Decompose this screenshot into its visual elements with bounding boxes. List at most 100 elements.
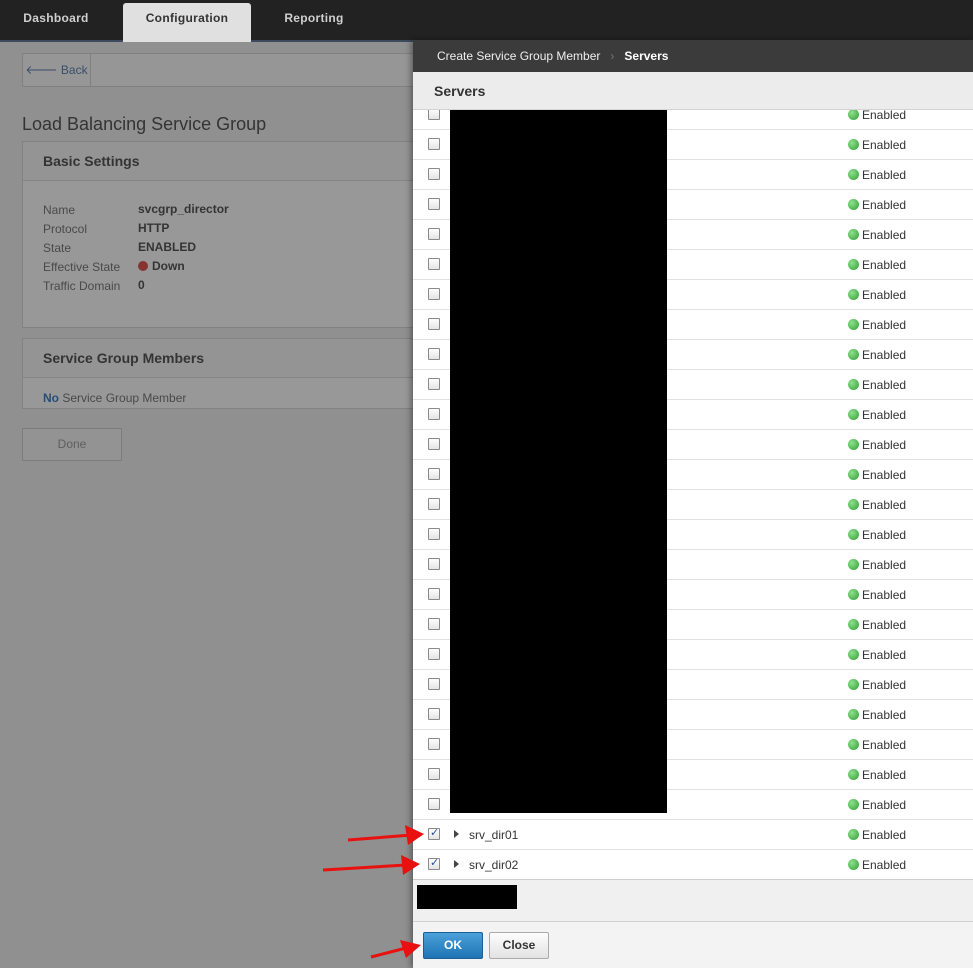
server-status-label: Enabled [862, 558, 907, 572]
enabled-status-icon [848, 709, 859, 720]
server-status: Enabled [848, 798, 906, 812]
create-service-group-member-dialog: Create Service Group Member › Servers Serv… [413, 40, 973, 968]
server-checkbox[interactable] [428, 378, 440, 390]
server-checkbox[interactable] [428, 438, 440, 450]
server-checkbox[interactable] [428, 348, 440, 360]
server-checkbox[interactable] [428, 618, 440, 630]
server-status-label: Enabled [862, 858, 907, 872]
server-checkbox[interactable] [428, 768, 440, 780]
server-checkbox[interactable] [428, 408, 440, 420]
server-status-label: Enabled [862, 468, 907, 482]
server-row[interactable]: srv_dir02 Enabled [413, 850, 973, 879]
server-status-label: Enabled [862, 288, 907, 302]
server-checkbox[interactable] [428, 588, 440, 600]
server-status: Enabled [848, 828, 906, 842]
server-status: Enabled [848, 378, 906, 392]
enabled-status-icon [848, 829, 859, 840]
server-status-label: Enabled [862, 588, 907, 602]
server-status-label: Enabled [862, 618, 907, 632]
server-checkbox[interactable] [428, 678, 440, 690]
tab-dashboard[interactable]: Dashboard [0, 0, 112, 40]
server-status: Enabled [848, 138, 906, 152]
server-status: Enabled [848, 288, 906, 302]
redacted-region [417, 885, 517, 909]
server-checkbox[interactable] [428, 228, 440, 240]
server-status-label: Enabled [862, 198, 907, 212]
server-checkbox[interactable] [428, 318, 440, 330]
server-checkbox[interactable] [428, 648, 440, 660]
server-status-label: Enabled [862, 828, 907, 842]
server-status-label: Enabled [862, 678, 907, 692]
breadcrumb-parent[interactable]: Create Service Group Member [437, 49, 600, 63]
server-status-label: Enabled [862, 138, 907, 152]
server-status: Enabled [848, 618, 906, 632]
enabled-status-icon [848, 859, 859, 870]
enabled-status-icon [848, 589, 859, 600]
server-status: Enabled [848, 768, 906, 782]
server-status-label: Enabled [862, 318, 907, 332]
enabled-status-icon [848, 110, 859, 120]
enabled-status-icon [848, 409, 859, 420]
server-checkbox[interactable] [428, 826, 440, 840]
tab-configuration[interactable]: Configuration [123, 3, 251, 42]
server-checkbox[interactable] [428, 798, 440, 810]
server-checkbox[interactable] [428, 468, 440, 480]
enabled-status-icon [848, 799, 859, 810]
enabled-status-icon [848, 559, 859, 570]
server-checkbox[interactable] [428, 138, 440, 150]
server-status: Enabled [848, 408, 906, 422]
server-status-label: Enabled [862, 768, 907, 782]
top-nav: Dashboard Configuration Reporting [0, 0, 973, 42]
server-checkbox[interactable] [428, 258, 440, 270]
ok-button[interactable]: OK [423, 932, 483, 959]
server-checkbox[interactable] [428, 498, 440, 510]
enabled-status-icon [848, 499, 859, 510]
servers-subtitle: Servers [413, 72, 973, 110]
server-status: Enabled [848, 858, 906, 872]
server-status-label: Enabled [862, 528, 907, 542]
server-status-label: Enabled [862, 228, 907, 242]
server-status-label: Enabled [862, 110, 907, 122]
enabled-status-icon [848, 349, 859, 360]
server-name: srv_dir02 [469, 858, 519, 872]
server-checkbox[interactable] [428, 198, 440, 210]
server-checkbox[interactable] [428, 708, 440, 720]
server-status-label: Enabled [862, 408, 907, 422]
expand-triangle-icon[interactable] [454, 830, 459, 838]
server-status: Enabled [848, 528, 906, 542]
enabled-status-icon [848, 259, 859, 270]
enabled-status-icon [848, 439, 859, 450]
server-checkbox[interactable] [428, 558, 440, 570]
server-checkbox[interactable] [428, 856, 440, 870]
server-status: Enabled [848, 318, 906, 332]
server-status: Enabled [848, 348, 906, 362]
server-status-label: Enabled [862, 258, 907, 272]
enabled-status-icon [848, 739, 859, 750]
tab-reporting[interactable]: Reporting [258, 0, 370, 40]
server-status-label: Enabled [862, 648, 907, 662]
enabled-status-icon [848, 619, 859, 630]
server-checkbox[interactable] [428, 168, 440, 180]
server-row[interactable]: srv_dir01 Enabled [413, 820, 973, 850]
server-status-label: Enabled [862, 168, 907, 182]
enabled-status-icon [848, 769, 859, 780]
enabled-status-icon [848, 199, 859, 210]
server-status: Enabled [848, 228, 906, 242]
server-checkbox[interactable] [428, 738, 440, 750]
close-button[interactable]: Close [489, 932, 549, 959]
server-status: Enabled [848, 498, 906, 512]
breadcrumb-current: Servers [624, 49, 669, 63]
server-status: Enabled [848, 438, 906, 452]
server-status: Enabled [848, 258, 906, 272]
enabled-status-icon [848, 139, 859, 150]
enabled-status-icon [848, 529, 859, 540]
server-status: Enabled [848, 168, 906, 182]
breadcrumb: Create Service Group Member › Servers [413, 40, 973, 72]
server-list[interactable]: srv_dir02 Enabled srv_dir01 Enabled Enabled E… [413, 110, 973, 880]
server-checkbox[interactable] [428, 528, 440, 540]
server-checkbox[interactable] [428, 288, 440, 300]
server-checkbox[interactable] [428, 110, 440, 120]
server-status-label: Enabled [862, 438, 907, 452]
expand-triangle-icon[interactable] [454, 860, 459, 868]
server-status-label: Enabled [862, 348, 907, 362]
